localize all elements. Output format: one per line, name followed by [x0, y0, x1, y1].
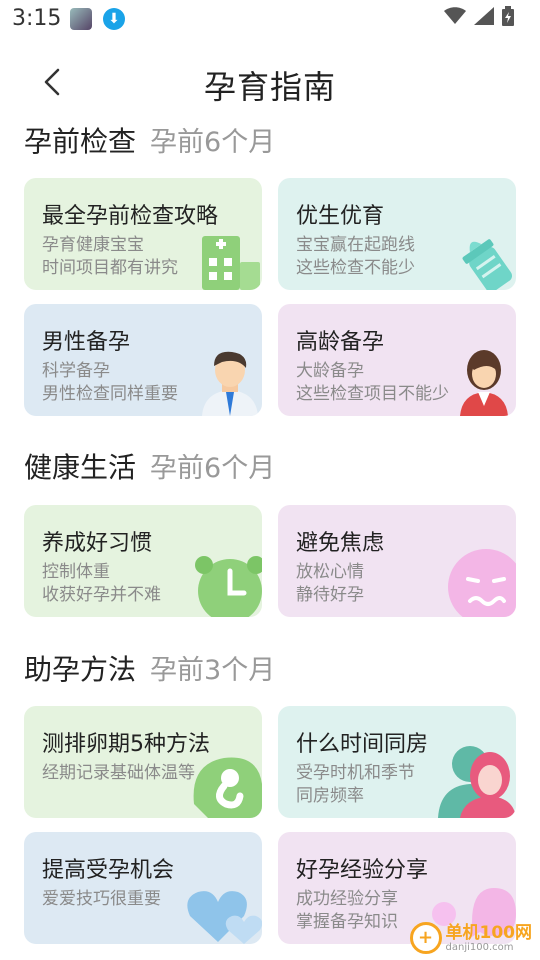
- baby-bottle-icon: [462, 239, 513, 290]
- card-intercourse-timing[interactable]: 什么时间同房 受孕时机和季节 同房频率: [278, 706, 516, 818]
- fetus-icon: [193, 757, 262, 818]
- card-title: 避免焦虑: [296, 531, 385, 556]
- card-title: 好孕经验分享: [296, 858, 429, 883]
- status-bar: 3:15 ⬇: [0, 0, 540, 38]
- status-time: 3:15: [12, 6, 62, 31]
- hearts-icon: [187, 891, 262, 944]
- section-healthy-life: 健康生活 孕前6个月: [24, 446, 524, 486]
- watermark: + 单机100网 danji100.com: [409, 922, 533, 954]
- card-title: 最全孕前检查攻略: [42, 204, 219, 229]
- hospital-icon: [202, 236, 260, 290]
- card-good-habits[interactable]: 养成好习惯 控制体重收获好孕并不难: [24, 505, 262, 617]
- card-advanced-age[interactable]: 高龄备孕 大龄备孕这些检查项目不能少: [278, 304, 516, 416]
- card-title: 提高受孕机会: [42, 858, 175, 883]
- card-desc: 静待好孕: [296, 585, 364, 605]
- section-subtitle: 孕前6个月: [150, 453, 276, 484]
- card-desc: 爱爱技巧很重要: [42, 889, 161, 909]
- card-desc: 这些检查不能少: [296, 258, 415, 278]
- card-desc: 掌握备孕知识: [296, 912, 398, 932]
- download-icon: ⬇: [103, 8, 125, 30]
- section-subtitle: 孕前3个月: [150, 655, 276, 686]
- card-desc: 大龄备孕: [296, 361, 364, 381]
- card-male-preparation[interactable]: 男性备孕 科学备孕男性检查同样重要: [24, 304, 262, 416]
- card-desc: 成功经验分享: [296, 889, 398, 909]
- card-eugenics[interactable]: 优生优育 宝宝赢在起跑线 这些检查不能少: [278, 178, 516, 290]
- card-desc: 时间项目都有讲究: [42, 258, 178, 278]
- signal-icon: [474, 7, 494, 25]
- notification-avatar-icon: [70, 8, 92, 30]
- section-title: 助孕方法: [24, 653, 137, 686]
- card-desc: 受孕时机和季节: [296, 763, 415, 783]
- card-title: 养成好习惯: [42, 531, 153, 556]
- card-desc: 科学备孕: [42, 361, 110, 381]
- battery-icon: [502, 6, 514, 26]
- card-title: 高龄备孕: [296, 330, 385, 355]
- section-conception-methods: 助孕方法 孕前3个月: [24, 648, 524, 688]
- card-desc: 控制体重: [42, 562, 110, 582]
- header: 孕育指南: [0, 56, 540, 112]
- page-title: 孕育指南: [203, 68, 336, 106]
- card-desc: 放松心情: [296, 562, 364, 582]
- card-improve-conception[interactable]: 提高受孕机会 爱爱技巧很重要: [24, 832, 262, 944]
- alarm-clock-icon: [195, 556, 262, 617]
- watermark-name: 单机100网: [445, 922, 533, 943]
- card-desc: 收获好孕并不难: [42, 585, 161, 605]
- section-title: 健康生活: [24, 451, 137, 484]
- sad-face-icon: [448, 549, 516, 617]
- card-title: 男性备孕: [42, 330, 131, 355]
- watermark-logo-icon: +: [409, 922, 442, 954]
- wifi-icon: [444, 7, 466, 24]
- watermark-url: danji100.com: [445, 941, 514, 953]
- card-desc: 经期记录基础体温等: [42, 763, 195, 783]
- card-ovulation-methods[interactable]: 测排卵期5种方法 经期记录基础体温等: [24, 706, 262, 818]
- section-pre-pregnancy-check: 孕前检查 孕前6个月: [24, 120, 524, 160]
- card-title: 优生优育: [296, 204, 385, 229]
- card-desc: 宝宝赢在起跑线: [296, 235, 415, 255]
- card-title: 什么时间同房: [296, 732, 429, 757]
- couple-icon: [438, 746, 516, 818]
- card-pre-pregnancy-guide[interactable]: 最全孕前检查攻略 孕育健康宝宝时间项目都有讲究: [24, 178, 262, 290]
- card-avoid-anxiety[interactable]: 避免焦虑 放松心情静待好孕: [278, 505, 516, 617]
- section-title: 孕前检查: [24, 125, 137, 158]
- man-avatar-icon: [202, 351, 258, 416]
- section-subtitle: 孕前6个月: [150, 127, 276, 158]
- card-desc: 这些检查项目不能少: [296, 384, 449, 404]
- card-desc: 男性检查同样重要: [42, 384, 178, 404]
- card-desc: 同房频率: [296, 786, 364, 806]
- woman-avatar-icon: [460, 350, 508, 416]
- card-desc: 孕育健康宝宝: [42, 235, 144, 255]
